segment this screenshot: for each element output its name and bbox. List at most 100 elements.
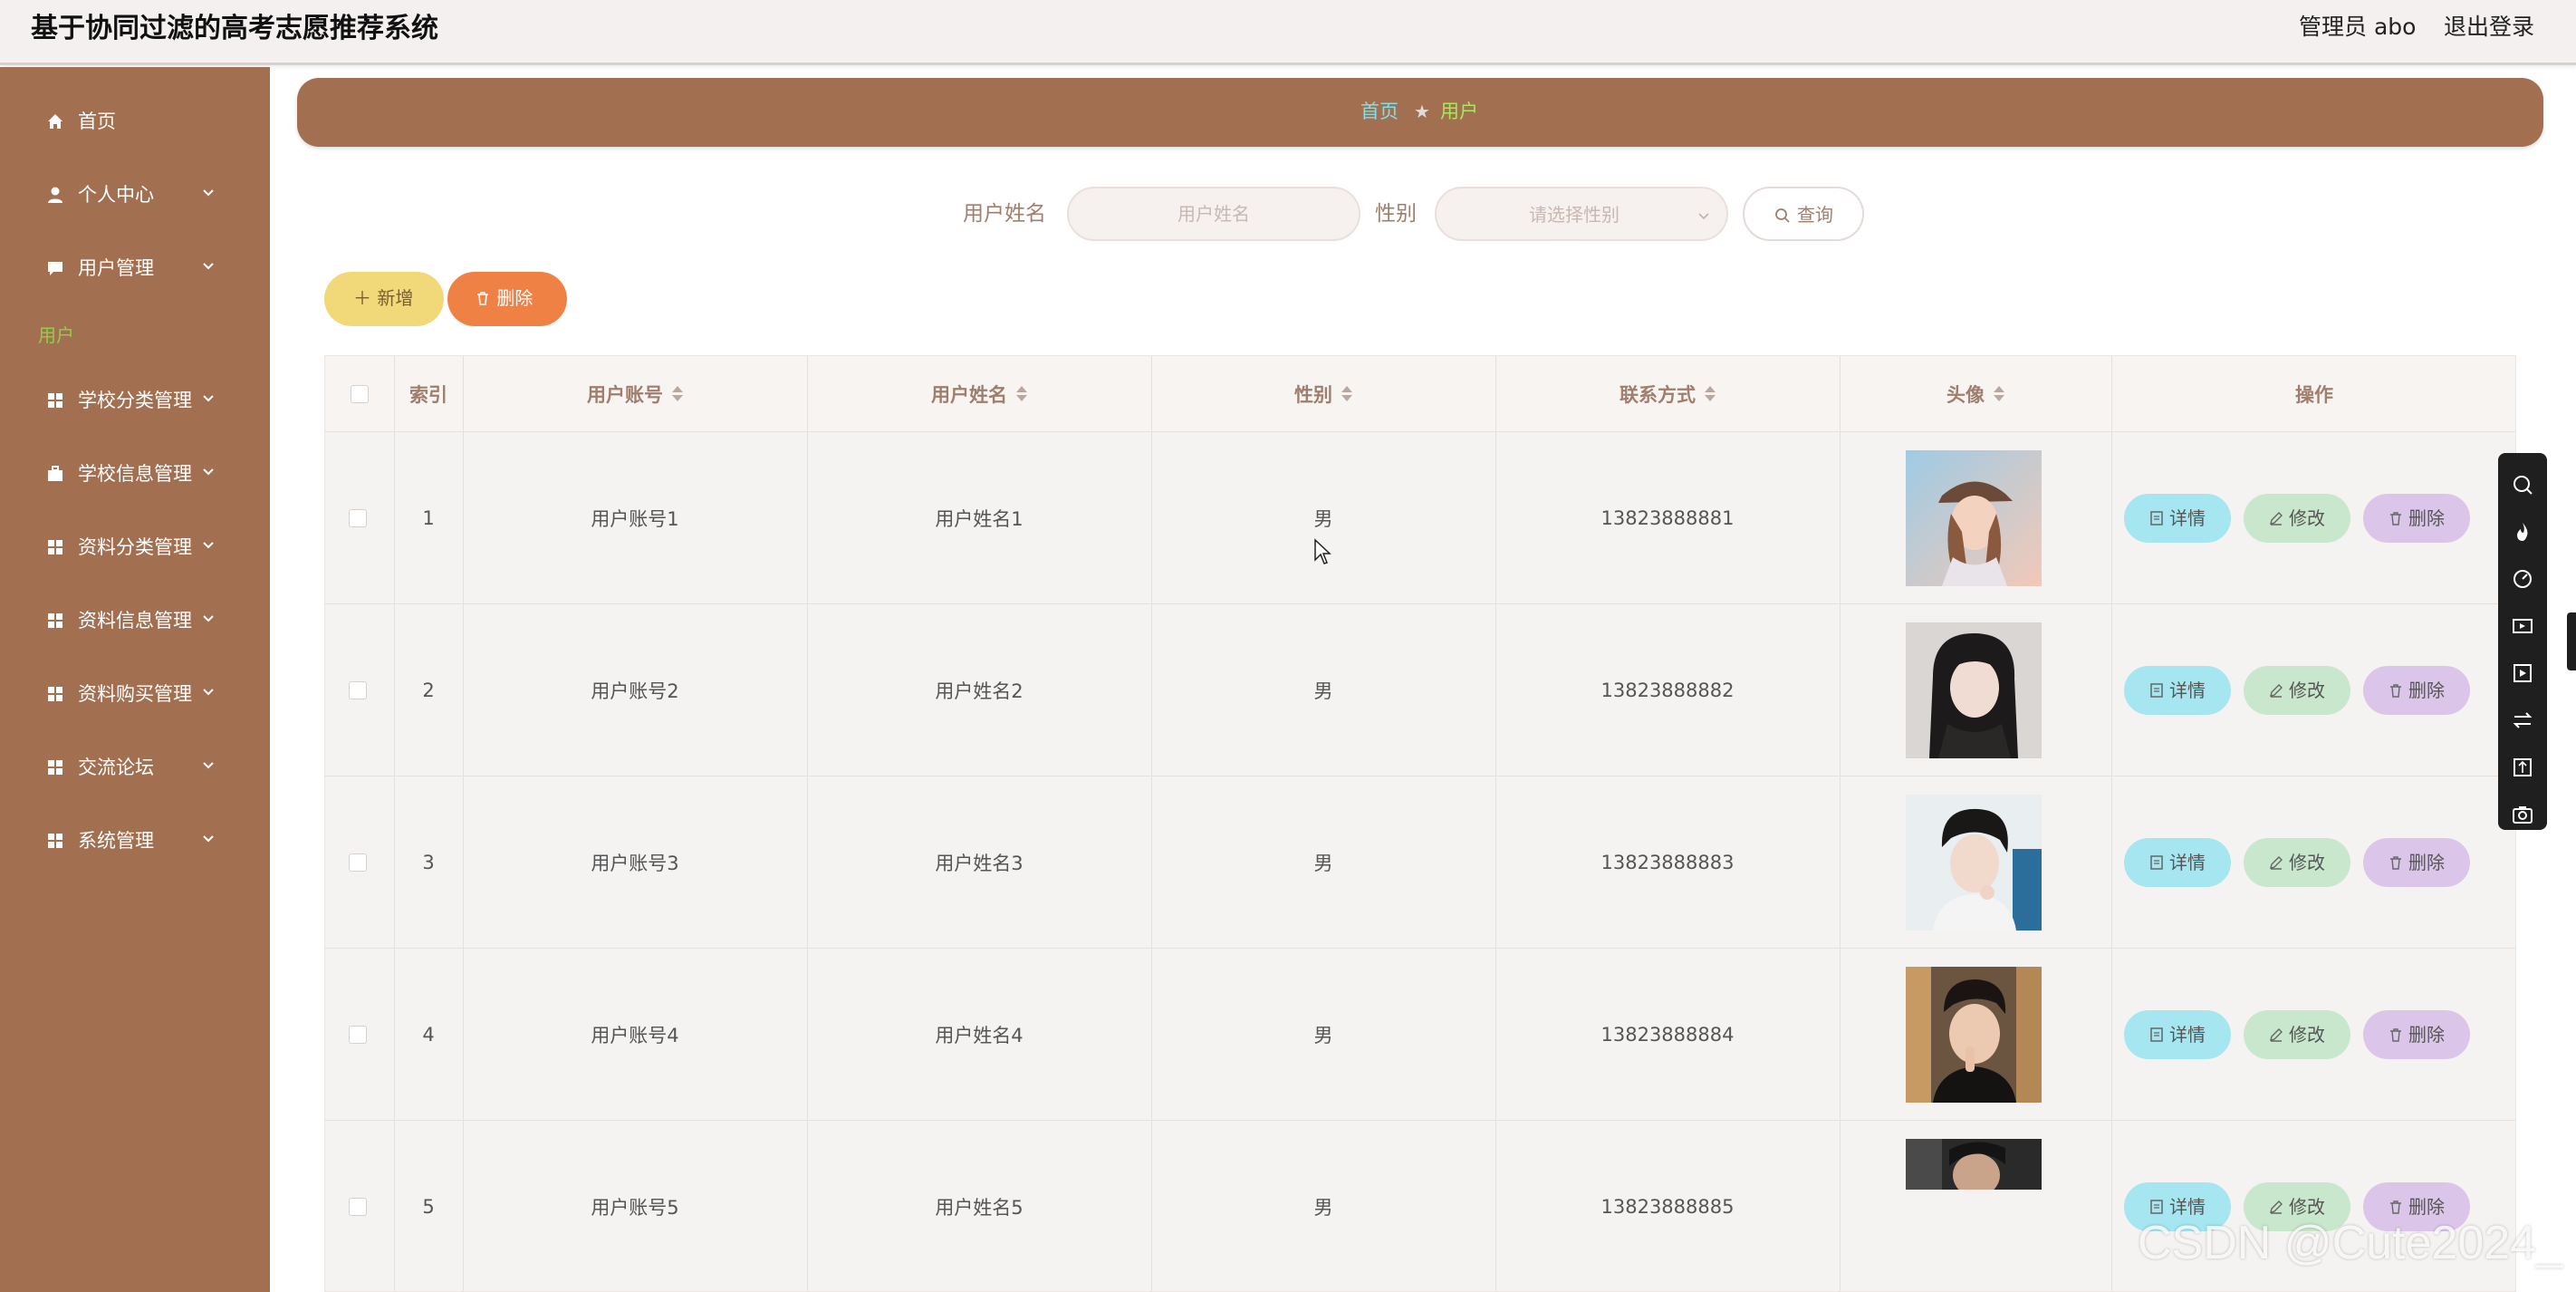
- avatar[interactable]: [1906, 622, 2042, 758]
- grid-icon: [48, 613, 62, 628]
- header-gender[interactable]: 性别: [1151, 356, 1495, 432]
- header-actions: 操作: [2111, 356, 2515, 432]
- avatar[interactable]: [1906, 795, 2042, 930]
- chevron-down-icon: [203, 689, 214, 696]
- sidebar-item-label: 资料分类管理: [78, 536, 192, 558]
- cell-phone: 13823888882: [1600, 680, 1735, 701]
- chevron-down-icon: [203, 542, 214, 549]
- header-phone[interactable]: 联系方式: [1495, 356, 1840, 432]
- top-bar: 基于协同过滤的高考志愿推荐系统 管理员 abo 退出登录: [0, 0, 2576, 65]
- sidebar-item-label: 系统管理: [78, 830, 154, 852]
- avatar[interactable]: [1906, 450, 2042, 586]
- detail-button[interactable]: 详情: [2124, 494, 2231, 543]
- swap-icon[interactable]: [2511, 709, 2534, 732]
- app-title: 基于协同过滤的高考志愿推荐系统: [31, 13, 438, 44]
- sidebar-item-label: 个人中心: [78, 184, 154, 206]
- delete-label: 删除: [2408, 507, 2445, 529]
- detail-button[interactable]: 详情: [2124, 1010, 2231, 1059]
- delete-button[interactable]: 删除: [2363, 666, 2470, 715]
- row-checkbox[interactable]: [349, 853, 367, 872]
- sidebar-item-user-management[interactable]: 用户管理: [0, 241, 270, 295]
- batch-delete-button[interactable]: 删除: [447, 272, 567, 326]
- query-button[interactable]: 查询: [1743, 187, 1864, 241]
- breadcrumb-home[interactable]: 首页: [1360, 98, 1399, 125]
- delete-label: 删除: [2408, 852, 2445, 873]
- sidebar-item-forum[interactable]: 交流论坛: [0, 740, 270, 795]
- select-all-checkbox[interactable]: [351, 385, 369, 403]
- chevron-down-icon: [203, 615, 214, 622]
- grid-icon: [48, 687, 62, 701]
- sidebar-item-label: 学校信息管理: [78, 463, 192, 485]
- zoom-icon[interactable]: [2511, 473, 2534, 497]
- chevron-down-icon: [203, 189, 214, 197]
- speed-icon[interactable]: [2511, 567, 2534, 591]
- header-name[interactable]: 用户姓名: [807, 356, 1151, 432]
- delete-button[interactable]: 删除: [2363, 838, 2470, 887]
- video-icon[interactable]: [2511, 614, 2534, 638]
- breadcrumb-current: 用户: [1440, 101, 1478, 122]
- pencil-icon: [2270, 856, 2283, 870]
- sidebar-item-system[interactable]: 系统管理: [0, 814, 270, 868]
- watermark: CSDN @Cute2024_: [2138, 1217, 2563, 1269]
- play-box-icon[interactable]: [2511, 661, 2534, 685]
- edit-label: 修改: [2289, 1024, 2325, 1046]
- grid-icon: [48, 834, 62, 848]
- detail-button[interactable]: 详情: [2124, 666, 2231, 715]
- row-checkbox[interactable]: [349, 681, 367, 699]
- header-label: 索引: [409, 384, 447, 406]
- avatar[interactable]: [1906, 1139, 2042, 1190]
- edit-button[interactable]: 修改: [2244, 838, 2350, 887]
- row-checkbox[interactable]: [349, 1198, 367, 1216]
- row-checkbox[interactable]: [349, 509, 367, 527]
- detail-button[interactable]: 详情: [2124, 838, 2231, 887]
- table-row: 3 用户账号3 用户姓名3 男 13823888883 详情 修改 删除: [325, 776, 2515, 949]
- pencil-icon: [2270, 512, 2283, 525]
- edit-button[interactable]: 修改: [2244, 494, 2350, 543]
- search-icon: [1775, 208, 1790, 223]
- grid-icon: [48, 540, 62, 554]
- admin-user-label: 管理员 abo: [2299, 14, 2417, 40]
- delete-label: 删除: [2408, 1024, 2445, 1046]
- search-name-input[interactable]: [1067, 187, 1360, 241]
- edit-button[interactable]: 修改: [2244, 666, 2350, 715]
- document-icon: [2150, 1027, 2163, 1042]
- grid-icon: [48, 760, 62, 775]
- search-gender-label: 性别: [1375, 202, 1417, 226]
- detail-label: 详情: [2169, 852, 2206, 873]
- cell-account: 用户账号2: [591, 680, 679, 702]
- add-button[interactable]: ＋ 新增: [324, 272, 444, 326]
- sidebar-subitem-user[interactable]: 用户: [38, 323, 74, 348]
- sidebar-item-material-info[interactable]: 资料信息管理: [0, 593, 270, 648]
- cell-account: 用户账号5: [591, 1197, 679, 1219]
- delete-button[interactable]: 删除: [2363, 1010, 2470, 1059]
- add-button-label: ＋ 新增: [353, 287, 414, 309]
- sidebar-item-school-category[interactable]: 学校分类管理: [0, 373, 270, 428]
- side-panel-handle[interactable]: [2567, 612, 2576, 670]
- chevron-down-icon: [203, 263, 214, 270]
- header-avatar[interactable]: 头像: [1840, 356, 2111, 432]
- fire-icon[interactable]: [2511, 520, 2534, 544]
- header-label: 操作: [2295, 384, 2333, 406]
- sidebar-item-material-category[interactable]: 资料分类管理: [0, 520, 270, 574]
- pencil-icon: [2270, 1028, 2283, 1042]
- cell-phone: 13823888885: [1600, 1196, 1735, 1218]
- header-account[interactable]: 用户账号: [463, 356, 807, 432]
- sidebar-item-material-purchase[interactable]: 资料购买管理: [0, 667, 270, 721]
- sidebar-item-home[interactable]: 首页: [0, 94, 270, 149]
- trash-icon: [2390, 1028, 2401, 1042]
- sidebar-item-school-info[interactable]: 学校信息管理: [0, 447, 270, 501]
- cell-name: 用户姓名2: [935, 680, 1024, 702]
- trash-icon: [2390, 856, 2401, 870]
- cell-name: 用户姓名3: [935, 853, 1024, 874]
- delete-button[interactable]: 删除: [2363, 494, 2470, 543]
- chevron-down-icon: [203, 468, 214, 476]
- trash-icon: [2390, 512, 2401, 525]
- edit-button[interactable]: 修改: [2244, 1010, 2350, 1059]
- row-checkbox[interactable]: [349, 1026, 367, 1044]
- camera-icon[interactable]: [2511, 803, 2534, 826]
- logout-link[interactable]: 退出登录: [2444, 11, 2534, 43]
- compress-icon[interactable]: [2511, 756, 2534, 779]
- gender-select[interactable]: 请选择性别: [1435, 187, 1728, 241]
- avatar[interactable]: [1906, 967, 2042, 1103]
- sidebar-item-personal-center[interactable]: 个人中心: [0, 168, 270, 222]
